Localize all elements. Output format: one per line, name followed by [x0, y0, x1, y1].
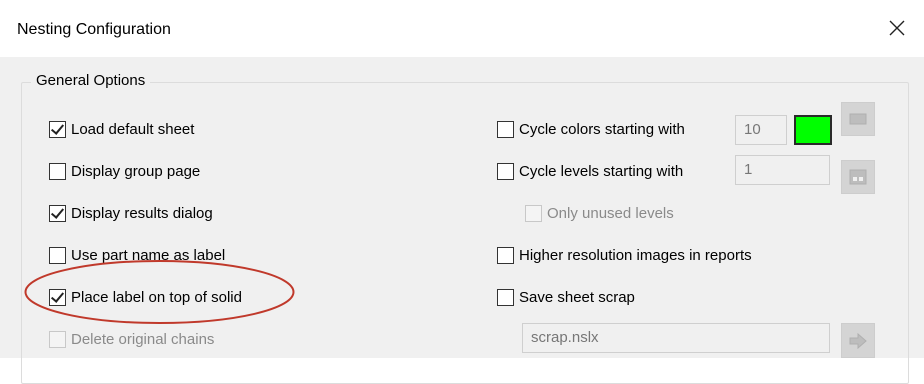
close-button[interactable]: [882, 13, 912, 43]
general-options-label: General Options: [31, 72, 151, 89]
scrap-browse-button[interactable]: [841, 323, 875, 358]
nesting-configuration-dialog: Nesting Configuration General Options Lo…: [0, 0, 924, 384]
cycle-levels-label: Cycle levels starting with: [519, 162, 684, 180]
cycle-levels-option[interactable]: Cycle levels starting with: [497, 160, 683, 182]
color-start-field[interactable]: 10: [735, 115, 787, 145]
color-picker-button[interactable]: [841, 102, 875, 136]
display-group-page-checkbox[interactable]: [49, 162, 66, 180]
display-group-page-label: Display group page: [71, 162, 201, 180]
color-swatch[interactable]: [794, 115, 832, 145]
display-results-dialog-label: Display results dialog: [71, 204, 213, 222]
load-default-sheet-option[interactable]: Load default sheet: [49, 118, 194, 140]
cycle-colors-label: Cycle colors starting with: [519, 120, 685, 138]
delete-original-chains-label: Delete original chains: [71, 330, 215, 348]
highlight-ellipse: [24, 260, 295, 324]
save-sheet-scrap-label: Save sheet scrap: [519, 288, 635, 306]
title-bar: Nesting Configuration: [0, 0, 924, 57]
cycle-colors-option[interactable]: Cycle colors starting with: [497, 118, 685, 140]
load-default-sheet-label: Load default sheet: [71, 120, 195, 138]
higher-resolution-option[interactable]: Higher resolution images in reports: [497, 244, 752, 266]
only-unused-levels-checkbox: [525, 204, 542, 222]
cycle-levels-checkbox[interactable]: [497, 162, 514, 180]
cycle-colors-checkbox[interactable]: [497, 120, 514, 138]
dialog-title: Nesting Configuration: [17, 21, 171, 38]
level-start-field[interactable]: 1: [735, 155, 830, 185]
only-unused-levels-option: Only unused levels: [525, 202, 674, 224]
delete-original-chains-option: Delete original chains: [49, 328, 214, 350]
level-picker-button[interactable]: [841, 160, 875, 194]
higher-resolution-checkbox[interactable]: [497, 246, 514, 264]
display-results-dialog-checkbox[interactable]: [49, 204, 66, 222]
scrap-file-field[interactable]: scrap.nslx: [522, 323, 830, 353]
display-results-dialog-option[interactable]: Display results dialog: [49, 202, 213, 224]
color-palette-icon: [849, 113, 867, 125]
display-group-page-option[interactable]: Display group page: [49, 160, 200, 182]
load-default-sheet-checkbox[interactable]: [49, 120, 66, 138]
save-sheet-scrap-checkbox[interactable]: [497, 288, 514, 306]
delete-original-chains-checkbox: [49, 330, 66, 348]
browse-arrow-icon: [849, 332, 867, 349]
save-sheet-scrap-option[interactable]: Save sheet scrap: [497, 286, 635, 308]
levels-icon: [849, 169, 867, 185]
close-icon: [889, 20, 905, 36]
higher-resolution-label: Higher resolution images in reports: [519, 246, 752, 264]
only-unused-levels-label: Only unused levels: [547, 204, 674, 222]
